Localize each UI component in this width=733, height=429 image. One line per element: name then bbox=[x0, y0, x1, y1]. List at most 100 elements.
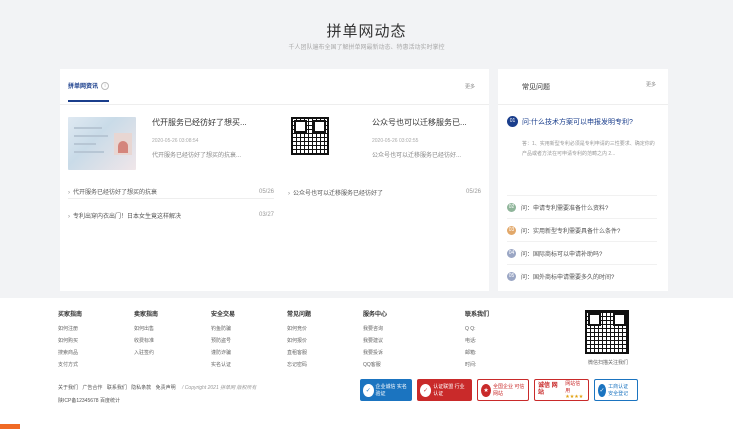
faq-item[interactable]: 02 问：申请专利需要准备什么资料? bbox=[507, 203, 657, 212]
footer-link[interactable]: 钓鱼防骗 bbox=[211, 323, 235, 335]
footer-link[interactable]: 实名认证 bbox=[211, 359, 235, 371]
news-list-title: 公众号也可以迁移服务已经彷好了 bbox=[293, 190, 384, 197]
footer-link[interactable]: 我要咨询 bbox=[363, 323, 387, 335]
footer-link[interactable]: 如何报价 bbox=[287, 335, 311, 347]
shield-icon: ✓ bbox=[598, 383, 607, 397]
news-list-item[interactable]: › 专利出穿内衣出门！日本女生竟这样解决 03/27 bbox=[68, 208, 274, 222]
footer-link[interactable]: 如何购买 bbox=[58, 335, 82, 347]
contact-phone: 电话: bbox=[465, 338, 477, 344]
faq-more-link[interactable]: 更多 bbox=[646, 81, 656, 88]
faq-item[interactable]: 04 问：国际商标可以申请补助吗? bbox=[507, 249, 657, 258]
news-list-title: 专利出穿内衣出门！日本女生竟这样解决 bbox=[73, 213, 182, 220]
footer-link[interactable]: 我要投诉 bbox=[363, 347, 387, 359]
faq-header: 常见问题 更多 bbox=[498, 69, 668, 105]
trust-badge[interactable]: ✓ 工商认证 安全登记 bbox=[594, 379, 638, 401]
icp-record[interactable]: 陕ICP备12345678 百度统计 bbox=[58, 397, 120, 404]
trust-badge[interactable]: ✓ 企业诚信 实名验证 bbox=[360, 379, 412, 401]
badge-label: 网站信用 bbox=[565, 381, 581, 394]
faq-item[interactable]: 03 问：实用新型专利需要具备什么条件? bbox=[507, 226, 657, 235]
footer-link[interactable]: 如何出售 bbox=[134, 323, 158, 335]
badge-label: 工商认证 安全登记 bbox=[608, 384, 629, 397]
footer-link[interactable]: QQ客服 bbox=[363, 359, 387, 371]
shield-icon: ✓ bbox=[420, 383, 432, 397]
footer-contact: 联系我们 Q Q: 电话: 邮箱: 时间: bbox=[465, 309, 489, 371]
footer-column-title: 常见问题 bbox=[287, 312, 312, 318]
tab-news-label: 拼单网资讯 bbox=[68, 84, 99, 90]
footer-contact-title: 联系我们 bbox=[465, 312, 490, 318]
news-list-item[interactable]: › 代开服务已经彷好了想买的抗衰 05/26 bbox=[68, 185, 274, 199]
question-number-badge: 05 bbox=[507, 272, 516, 281]
shield-icon: ✓ bbox=[363, 383, 374, 397]
footer-link[interactable]: 免责声明 bbox=[156, 385, 176, 391]
footer-link[interactable]: 搜索商品 bbox=[58, 347, 82, 359]
footer-column-title: 安全交易 bbox=[211, 312, 236, 318]
news-more-link[interactable]: 更多 bbox=[465, 83, 475, 90]
news-thumbnail bbox=[288, 117, 356, 170]
footer-link[interactable]: 入驻签约 bbox=[134, 347, 158, 359]
contact-hours: 时间: bbox=[465, 362, 477, 368]
feedback-tab[interactable] bbox=[0, 424, 20, 429]
footer: 买家指南 如何注册 如何购买 搜索商品 支付方式 卖家指南 如何出售 收费标准 … bbox=[0, 298, 733, 429]
footer-column-service: 服务中心 我要咨询 我要建议 我要投诉 QQ客服 bbox=[363, 309, 387, 371]
faq-question: 问：申请专利需要准备什么资料? bbox=[521, 206, 609, 212]
footer-column-faq: 常见问题 如何竞价 如何报价 直租客服 忘记密码 bbox=[287, 309, 311, 371]
contact-email: 邮箱: bbox=[465, 350, 477, 356]
badge-stars: ★★★★ bbox=[565, 394, 584, 400]
question-number-badge: 03 bbox=[507, 226, 516, 235]
trust-badge[interactable]: ✓ 认证联盟 行业认证 bbox=[417, 379, 472, 401]
faq-title: 常见问题 bbox=[522, 84, 550, 91]
news-thumbnail bbox=[68, 117, 136, 170]
trust-badge[interactable]: 诚信 网站 网站信用 ★★★★ bbox=[534, 379, 589, 401]
qr-caption: 微信扫描关注我们 bbox=[587, 360, 628, 366]
footer-link[interactable]: 如何竞价 bbox=[287, 323, 311, 335]
faq-answer: 答：1、实用新型专利必须是专利申请的三性要求、确定你的产品或者方法在可申请专利的… bbox=[522, 141, 655, 157]
featured-news-item[interactable]: 公众号也可以迁移服务已... 2020-05-26 03:02:55 公众号也可… bbox=[288, 117, 484, 170]
question-number-badge: 04 bbox=[507, 249, 516, 258]
badge-label: 认证联盟 行业认证 bbox=[433, 384, 465, 397]
hero-title: 拼单网动态 bbox=[326, 23, 407, 40]
featured-date: 2020-05-26 03:08:54 bbox=[152, 138, 199, 144]
badge-label: 全国企业 可信网站 bbox=[493, 384, 525, 397]
footer-link[interactable]: 广告合作 bbox=[82, 385, 102, 391]
footer-link[interactable]: 联系我们 bbox=[107, 385, 127, 391]
faq-item[interactable]: 05 问：国外商标申请需要多久的时间? bbox=[507, 272, 657, 281]
tab-news[interactable]: 拼单网资讯 i bbox=[68, 81, 110, 102]
news-list-title: 代开服务已经彷好了想买的抗衰 bbox=[73, 190, 158, 196]
footer-link[interactable]: 关于我们 bbox=[58, 385, 78, 391]
featured-title[interactable]: 公众号也可以迁移服务已... bbox=[372, 117, 484, 128]
news-tabbar: 拼单网资讯 i 更多 bbox=[60, 69, 489, 105]
news-list-date: 05/26 bbox=[465, 189, 481, 195]
footer-link[interactable]: 收费标准 bbox=[134, 335, 158, 347]
faq-question: 问：实用新型专利需要具备什么条件? bbox=[521, 229, 621, 235]
footer-link[interactable]: 如何注册 bbox=[58, 323, 82, 335]
bullet-icon: › bbox=[68, 213, 70, 220]
credit-icon: ★ bbox=[481, 383, 492, 397]
footer-link[interactable]: 支付方式 bbox=[58, 359, 82, 371]
news-list-date: 03/27 bbox=[258, 212, 274, 218]
wechat-qr-code-icon bbox=[585, 310, 629, 354]
footer-link[interactable]: 直租客服 bbox=[287, 347, 311, 359]
featured-date: 2020-05-26 03:02:55 bbox=[372, 138, 419, 144]
faq-top-question[interactable]: 01 问:什么技术方案可以申报发明专利? bbox=[507, 116, 633, 127]
faq-question: 问：国外商标申请需要多久的时间? bbox=[521, 275, 615, 281]
news-list-item[interactable]: › 公众号也可以迁移服务已经彷好了 05/26 bbox=[288, 185, 481, 199]
faq-question: 问:什么技术方案可以申报发明专利? bbox=[522, 118, 633, 126]
bullet-icon: › bbox=[68, 190, 70, 196]
question-number-badge: 02 bbox=[507, 203, 516, 212]
footer-link[interactable]: 谨防诈骗 bbox=[211, 347, 235, 359]
trust-badge[interactable]: ★ 全国企业 可信网站 bbox=[477, 379, 529, 401]
footer-link[interactable]: 预防盗号 bbox=[211, 335, 235, 347]
featured-desc: 代开服务已经彷好了想买的抗衰... bbox=[152, 153, 242, 159]
footer-link[interactable]: 我要建议 bbox=[363, 335, 387, 347]
footer-column-buyer: 买家指南 如何注册 如何购买 搜索商品 支付方式 bbox=[58, 309, 82, 371]
footer-link[interactable]: 忘记密码 bbox=[287, 359, 311, 371]
featured-desc: 公众号也可以迁移服务已经彷好... bbox=[372, 153, 462, 159]
footer-column-safety: 安全交易 钓鱼防骗 预防盗号 谨防诈骗 实名认证 bbox=[211, 309, 235, 371]
info-icon: i bbox=[101, 81, 110, 90]
featured-title[interactable]: 代开服务已经彷好了想买... bbox=[152, 117, 264, 128]
footer-link[interactable]: 隐私条款 bbox=[131, 385, 151, 391]
featured-news-item[interactable]: 代开服务已经彷好了想买... 2020-05-26 03:08:54 代开服务已… bbox=[68, 117, 264, 170]
footer-column-title: 买家指南 bbox=[58, 312, 83, 318]
copyright: / Copyright 2021 拼单网 版权所有 bbox=[182, 385, 257, 391]
faq-question: 问：国际商标可以申请补助吗? bbox=[521, 252, 603, 258]
